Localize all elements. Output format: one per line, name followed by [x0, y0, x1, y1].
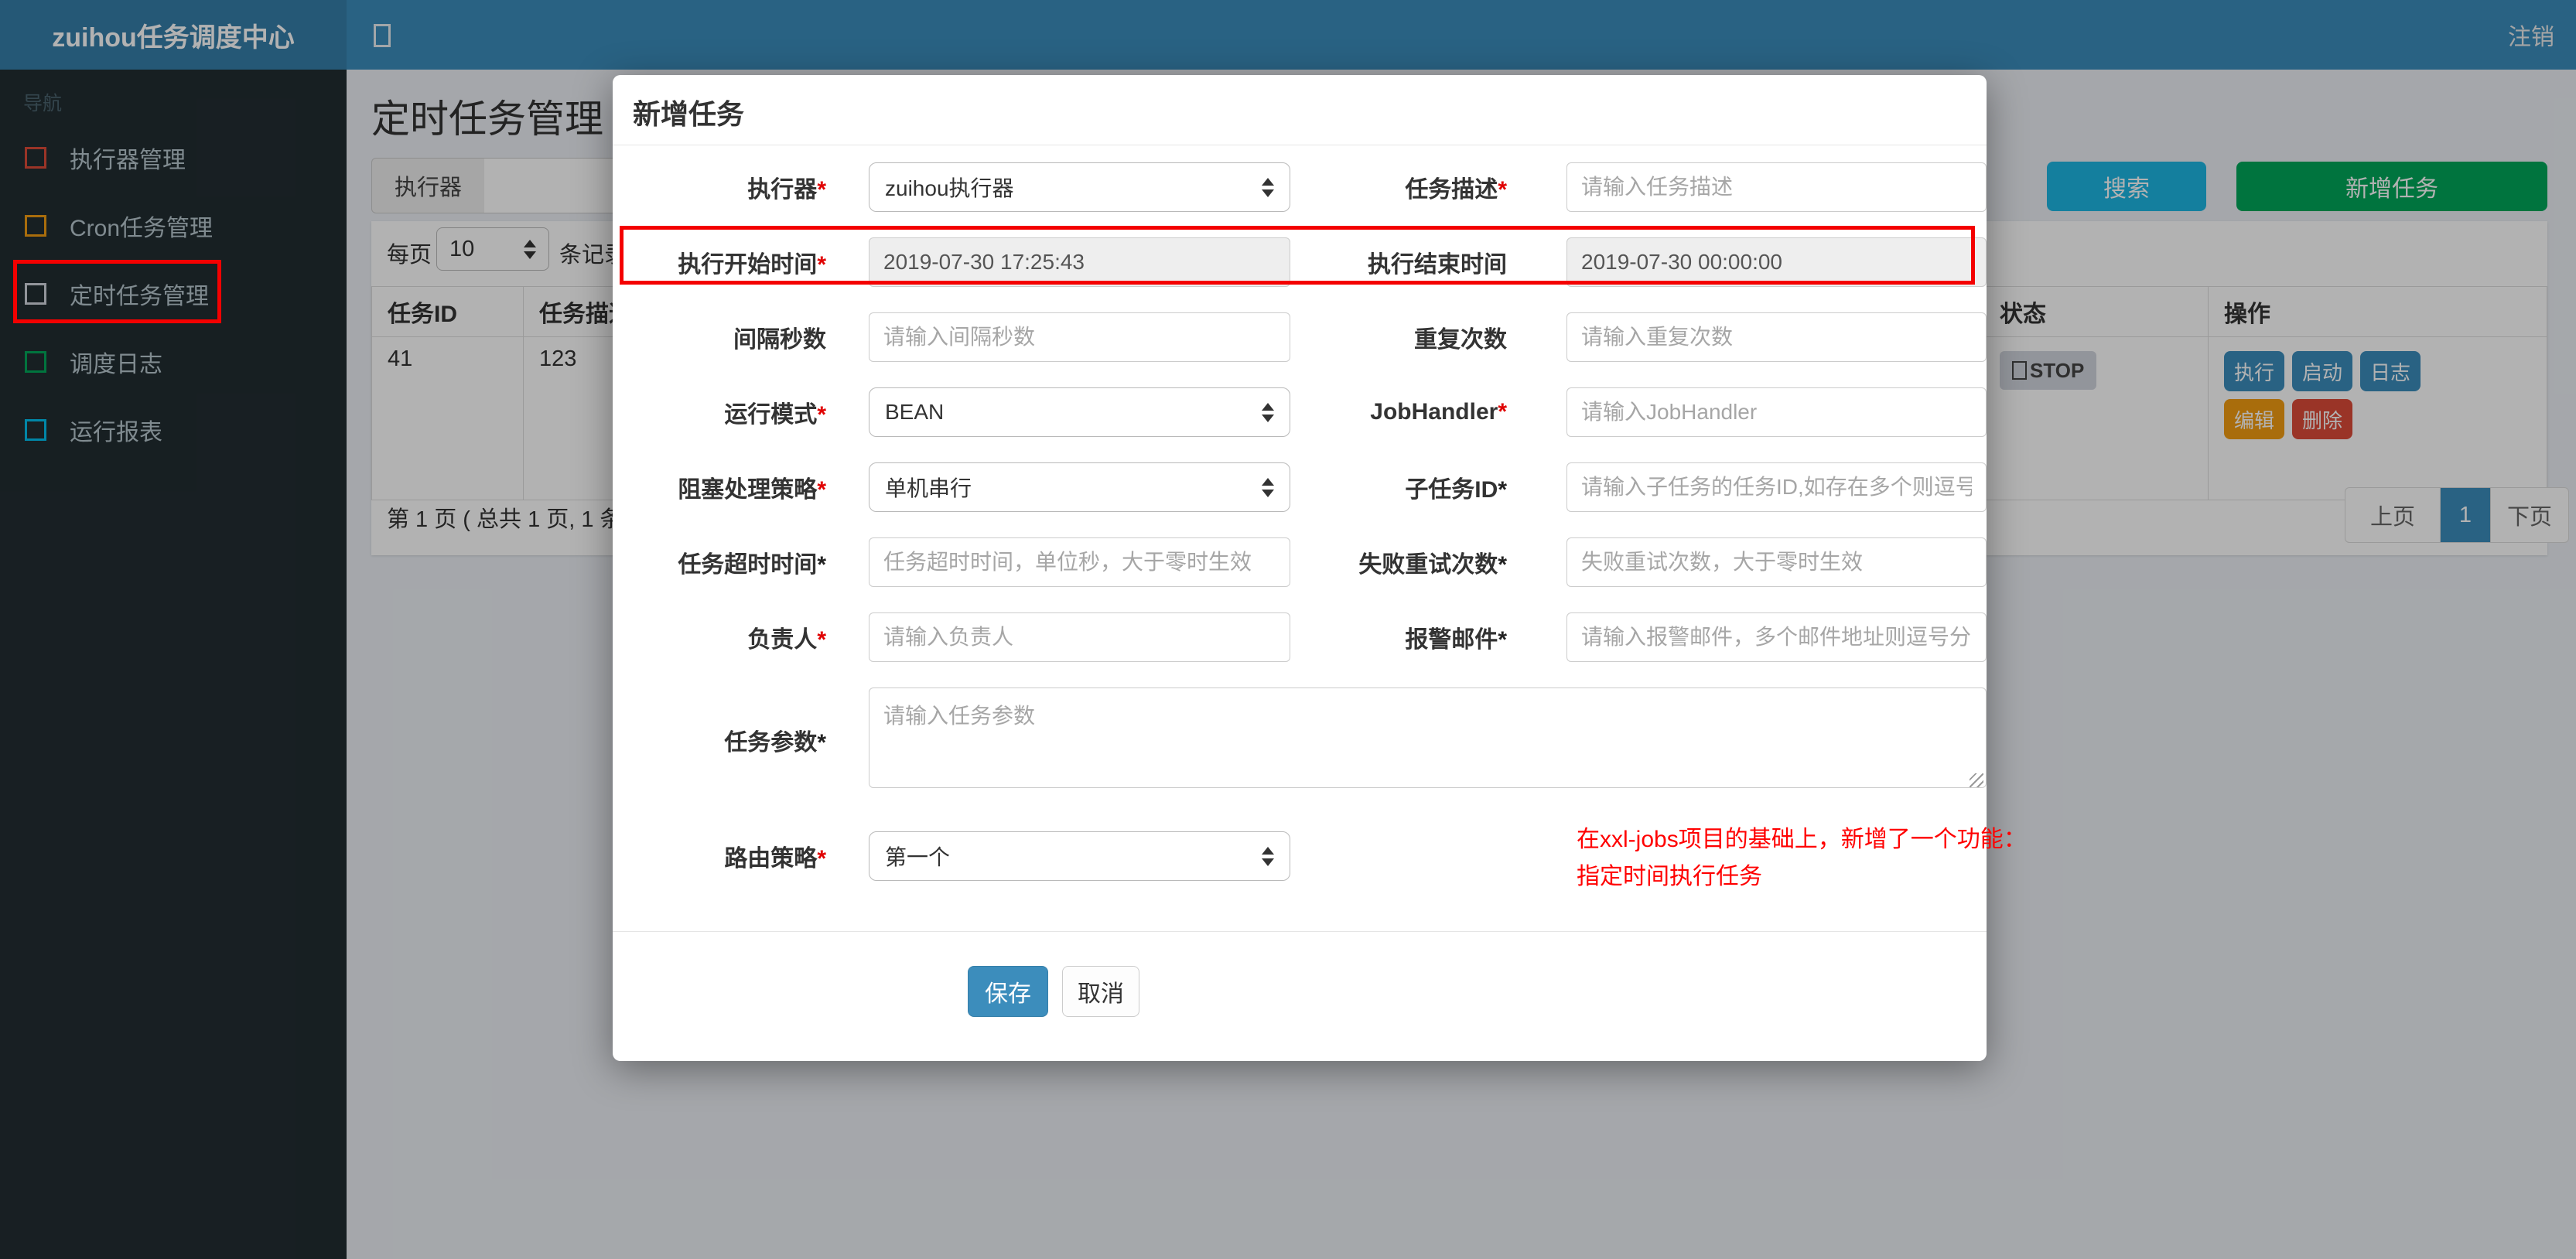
field-label-owner: 负责人* [747, 627, 826, 653]
modal-header: 新增任务 [613, 75, 1987, 145]
field-label-jobhandler: JobHandler* [1370, 399, 1507, 425]
select-arrows-icon [1262, 402, 1274, 422]
field-label-alarm-email: 报警邮件* [1405, 627, 1507, 653]
select-arrows-icon [1262, 846, 1274, 866]
cancel-button[interactable]: 取消 [1062, 966, 1139, 1017]
field-label-timeout: 任务超时时间* [678, 552, 826, 578]
field-label-task-params: 任务参数* [724, 729, 826, 756]
field-label-route-strategy: 路由策略* [724, 846, 826, 872]
field-label-interval: 间隔秒数 [733, 327, 826, 353]
owner-input[interactable] [869, 612, 1290, 662]
field-label-task-desc: 任务描述* [1405, 177, 1507, 203]
jobhandler-input[interactable] [1566, 387, 1987, 437]
save-button[interactable]: 保存 [968, 966, 1048, 1017]
block-strategy-select[interactable]: 单机串行 [869, 462, 1290, 512]
repeat-count-input[interactable] [1566, 312, 1987, 362]
annotation-rect-time-row [620, 226, 1975, 285]
timeout-input[interactable] [869, 537, 1290, 587]
select-arrows-icon [1262, 177, 1274, 197]
field-label-block-strategy: 阻塞处理策略* [678, 477, 826, 503]
task-desc-input[interactable] [1566, 162, 1987, 212]
resize-grip-icon[interactable] [1970, 773, 1983, 787]
child-task-id-input[interactable] [1566, 462, 1987, 512]
route-strategy-select[interactable]: 第一个 [869, 831, 1290, 881]
screen: zuihou任务调度中心 注销 导航 执行器管理 Cron任务管理 定时任务管理… [0, 0, 2576, 1259]
add-task-modal: 新增任务 执行器* zuihou执行器 任务描述* 执行开始时间* 执行结束时间… [613, 75, 2027, 1061]
modal-footer: 保存 取消 [613, 931, 1987, 1017]
modal-title: 新增任务 [633, 98, 745, 130]
field-label-run-mode: 运行模式* [724, 402, 826, 428]
select-arrows-icon [1262, 477, 1274, 497]
feature-note: 在xxl-jobs项目的基础上，新增了一个功能： 指定时间执行任务 [1577, 827, 2027, 889]
field-label-child-task-id: 子任务ID* [1405, 477, 1507, 503]
annotation-rect-sidebar [13, 260, 221, 323]
interval-seconds-input[interactable] [869, 312, 1290, 362]
run-mode-select[interactable]: BEAN [869, 387, 1290, 437]
field-label-executor: 执行器* [747, 177, 826, 203]
retry-count-input[interactable] [1566, 537, 1987, 587]
field-label-retry-count: 失败重试次数* [1358, 552, 1507, 578]
alarm-email-input[interactable] [1566, 612, 1987, 662]
task-params-textarea[interactable] [869, 688, 1987, 788]
executor-select[interactable]: zuihou执行器 [869, 162, 1290, 212]
field-label-repeat: 重复次数 [1414, 327, 1507, 353]
